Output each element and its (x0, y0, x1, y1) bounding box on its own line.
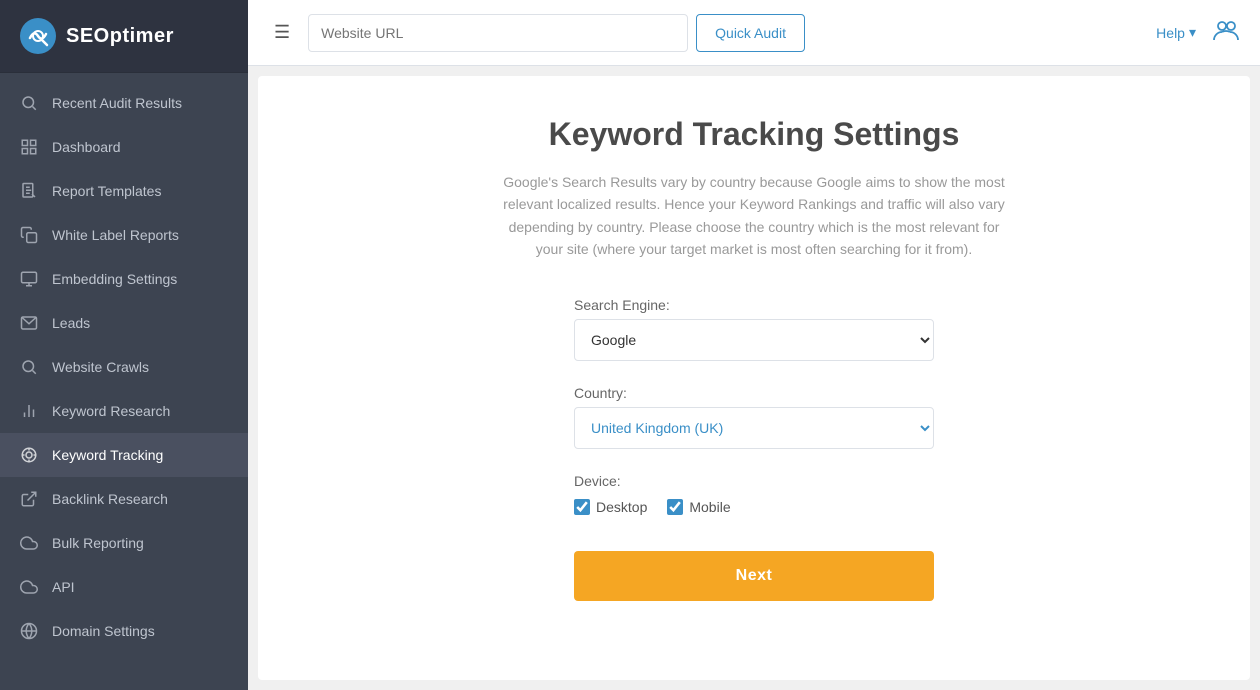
page-title: Keyword Tracking Settings (549, 116, 960, 153)
sidebar-item-report-templates[interactable]: Report Templates (0, 169, 248, 213)
sidebar-item-website-crawls[interactable]: Website Crawls (0, 345, 248, 389)
desktop-label: Desktop (596, 499, 647, 515)
target-icon (20, 446, 38, 464)
search-engine-select[interactable]: Google Bing Yahoo (574, 319, 934, 361)
mobile-checkbox[interactable] (667, 499, 683, 515)
copy-icon (20, 226, 38, 244)
device-group: Device: Desktop Mobile (574, 473, 934, 515)
mail-icon (20, 314, 38, 332)
quick-audit-button[interactable]: Quick Audit (696, 14, 805, 52)
country-select[interactable]: United Kingdom (UK) United States (US) A… (574, 407, 934, 449)
sidebar-item-bulk-reporting[interactable]: Bulk Reporting (0, 521, 248, 565)
sidebar-navigation: Recent Audit Results Dashboard Report Te… (0, 73, 248, 690)
desktop-checkbox[interactable] (574, 499, 590, 515)
mobile-option[interactable]: Mobile (667, 499, 730, 515)
header: ☰ Quick Audit Help ▾ (248, 0, 1260, 66)
help-button[interactable]: Help ▾ (1156, 24, 1196, 41)
bar-chart-icon (20, 402, 38, 420)
sidebar-item-keyword-tracking[interactable]: Keyword Tracking (0, 433, 248, 477)
external-link-icon (20, 490, 38, 508)
mobile-label: Mobile (689, 499, 730, 515)
dashboard-icon (20, 138, 38, 156)
header-right: Help ▾ (1156, 16, 1240, 49)
desktop-option[interactable]: Desktop (574, 499, 647, 515)
seoptimer-logo-icon (20, 18, 56, 54)
users-icon[interactable] (1212, 16, 1240, 49)
country-group: Country: United Kingdom (UK) United Stat… (574, 385, 934, 449)
sidebar-item-backlink-research[interactable]: Backlink Research (0, 477, 248, 521)
crawl-icon (20, 358, 38, 376)
report-icon (20, 182, 38, 200)
search-engine-label: Search Engine: (574, 297, 934, 313)
cloud-icon (20, 534, 38, 552)
sidebar-item-embedding[interactable]: Embedding Settings (0, 257, 248, 301)
sidebar-item-recent-audit[interactable]: Recent Audit Results (0, 81, 248, 125)
main-area: ☰ Quick Audit Help ▾ Keyword Tracking Se… (248, 0, 1260, 690)
country-label: Country: (574, 385, 934, 401)
page-description: Google's Search Results vary by country … (494, 171, 1014, 261)
api-icon (20, 578, 38, 596)
monitor-icon (20, 270, 38, 288)
logo-text: SEOptimer (66, 25, 174, 48)
sidebar: SEOptimer Recent Audit Results Dashboard… (0, 0, 248, 690)
sidebar-item-leads[interactable]: Leads (0, 301, 248, 345)
sidebar-item-dashboard[interactable]: Dashboard (0, 125, 248, 169)
main-content: Keyword Tracking Settings Google's Searc… (258, 76, 1250, 680)
search-engine-group: Search Engine: Google Bing Yahoo (574, 297, 934, 361)
sidebar-logo: SEOptimer (0, 0, 248, 73)
device-options: Desktop Mobile (574, 499, 934, 515)
globe-icon (20, 622, 38, 640)
website-url-input[interactable] (308, 14, 688, 52)
sidebar-item-api[interactable]: API (0, 565, 248, 609)
search-icon (20, 94, 38, 112)
device-label: Device: (574, 473, 934, 489)
next-button[interactable]: Next (574, 551, 934, 601)
sidebar-item-white-label[interactable]: White Label Reports (0, 213, 248, 257)
sidebar-item-keyword-research[interactable]: Keyword Research (0, 389, 248, 433)
hamburger-button[interactable]: ☰ (268, 16, 296, 49)
sidebar-item-domain-settings[interactable]: Domain Settings (0, 609, 248, 653)
